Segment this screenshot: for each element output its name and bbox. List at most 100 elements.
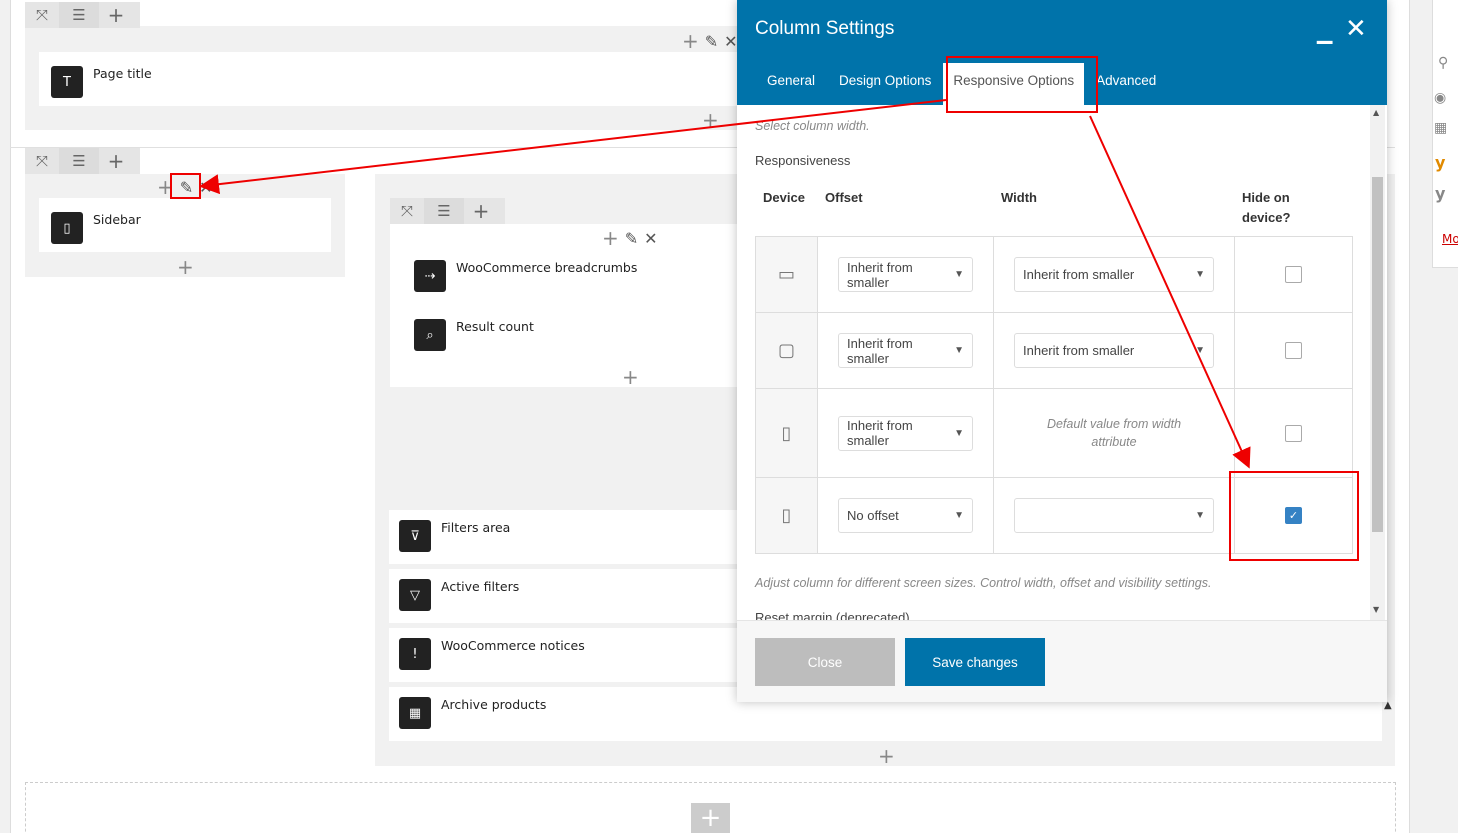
select-value: No offset xyxy=(847,508,899,523)
adjust-hint: Adjust column for different screen sizes… xyxy=(755,576,1212,590)
element-label: WooCommerce breadcrumbs xyxy=(456,260,638,275)
chevron-down-icon: ▼ xyxy=(954,427,964,439)
add-icon[interactable]: + xyxy=(99,2,133,28)
filters-area-icon: ⊽ xyxy=(399,520,431,552)
element-label: Archive products xyxy=(441,697,547,712)
add-icon[interactable]: + xyxy=(99,148,133,174)
close-button[interactable]: Close xyxy=(755,638,895,686)
header-hide-line2: device? xyxy=(1242,210,1291,225)
hide-checkbox-checked[interactable]: ✓ xyxy=(1285,507,1302,524)
column-tools: + ✎ ✕ xyxy=(682,29,738,53)
scroll-up-icon[interactable]: ▲ xyxy=(1373,108,1379,117)
element-result-count[interactable]: ⌕ Result count xyxy=(402,307,740,357)
table-row: ▯ No offset ▼ ▼ ✓ xyxy=(755,477,1353,554)
hide-checkbox[interactable] xyxy=(1285,342,1302,359)
pencil-icon[interactable]: ✎ xyxy=(625,229,638,248)
table-row: ▢ Inherit from smaller ▼ Inherit from sma… xyxy=(755,312,1353,389)
select-value: Inherit from smaller xyxy=(847,335,913,366)
width-default-text: attribute xyxy=(1091,435,1137,449)
width-select[interactable]: ▼ xyxy=(1014,498,1214,533)
tab-design-options[interactable]: Design Options xyxy=(827,63,943,105)
expand-icon[interactable]: ⤧ xyxy=(25,2,59,28)
element-sidebar[interactable]: ▯ Sidebar xyxy=(39,198,331,252)
element-breadcrumbs[interactable]: ⇢ WooCommerce breadcrumbs xyxy=(402,248,740,298)
chevron-down-icon: ▼ xyxy=(954,510,964,521)
add-element-icon[interactable]: + xyxy=(702,108,719,132)
element-label: Filters area xyxy=(441,520,511,535)
scroll-down-icon[interactable]: ▼ xyxy=(1373,605,1379,614)
drag-handle-icon[interactable]: ☰ xyxy=(424,198,464,224)
drag-handle-icon[interactable]: ☰ xyxy=(59,148,99,174)
drag-handle-icon[interactable]: ☰ xyxy=(59,2,99,28)
element-label: Page title xyxy=(93,66,152,81)
element-label: Active filters xyxy=(441,579,520,594)
chevron-down-icon: ▼ xyxy=(954,269,964,280)
width-select[interactable]: Inherit from smaller ▼ xyxy=(1014,333,1214,368)
tab-responsive-options[interactable]: Responsive Options xyxy=(943,63,1085,105)
row-controls: ⤧ ☰ + xyxy=(25,2,140,28)
chevron-down-icon: ▼ xyxy=(954,345,964,356)
modal-header: Column Settings ▁ ✕ General Design Optio… xyxy=(737,0,1387,105)
add-row-button[interactable]: + xyxy=(691,803,730,833)
reset-margin-label: Reset margin (deprecated) xyxy=(755,610,910,620)
add-icon[interactable]: + xyxy=(464,198,498,224)
chevron-down-icon: ▼ xyxy=(1195,510,1205,521)
add-element-icon[interactable]: + xyxy=(622,365,639,389)
add-element-icon[interactable]: + xyxy=(177,255,194,279)
element-page-title[interactable]: T Page title xyxy=(39,52,739,106)
notice-icon: ! xyxy=(399,638,431,670)
save-changes-button[interactable]: Save changes xyxy=(905,638,1045,686)
offset-select[interactable]: No offset ▼ xyxy=(838,498,973,533)
minimize-icon[interactable]: ▁ xyxy=(1317,20,1332,44)
header-device: Device xyxy=(763,190,805,205)
hide-checkbox[interactable] xyxy=(1285,424,1302,442)
element-label: WooCommerce notices xyxy=(441,638,585,653)
table-row: ▯ Inherit from smaller ▼ Default value fr… xyxy=(755,388,1353,478)
modal-scrollbar[interactable]: ▲ ▼ xyxy=(1370,105,1385,620)
pencil-icon[interactable]: ✎ xyxy=(705,32,718,51)
select-width-hint: Select column width. xyxy=(755,119,870,133)
header-width: Width xyxy=(1001,190,1037,205)
responsiveness-label: Responsiveness xyxy=(755,153,851,168)
tablet-portrait-icon: ▯ xyxy=(755,388,818,478)
chevron-down-icon: ▼ xyxy=(1195,345,1205,356)
offset-select[interactable]: Inherit from smaller ▼ xyxy=(838,415,973,451)
expand-icon[interactable]: ⤧ xyxy=(25,148,59,174)
right-panel: ⚲ ◉ ▦ y y Mo xyxy=(1432,0,1458,268)
tablet-landscape-icon: ▢ xyxy=(755,312,818,389)
select-value: Inherit from smaller xyxy=(1023,343,1135,358)
header-offset: Offset xyxy=(825,190,863,205)
offset-select[interactable]: Inherit from smaller ▼ xyxy=(838,333,973,368)
modal-title: Column Settings xyxy=(755,18,895,39)
width-select[interactable]: Inherit from smaller ▼ xyxy=(1014,257,1214,292)
page-title-icon: T xyxy=(51,66,83,98)
calendar-icon: ▦ xyxy=(1434,120,1448,136)
tab-general[interactable]: General xyxy=(755,63,827,105)
result-count-icon: ⌕ xyxy=(414,319,446,351)
close-icon[interactable]: ✕ xyxy=(199,178,212,197)
header-hide-line1: Hide on xyxy=(1242,190,1290,205)
pencil-icon[interactable]: ✎ xyxy=(180,178,193,197)
scroll-thumb[interactable] xyxy=(1372,177,1383,532)
yoast-icon: y xyxy=(1435,184,1446,203)
column-tools: + ✎ ✕ xyxy=(602,226,658,250)
products-grid-icon: ▦ xyxy=(399,697,431,729)
tab-advanced[interactable]: Advanced xyxy=(1084,63,1168,105)
filter-icon: ▽ xyxy=(399,579,431,611)
table-row: ▭ Inherit from smaller ▼ Inherit from sma… xyxy=(755,236,1353,313)
add-icon[interactable]: + xyxy=(602,226,619,250)
inner-row-controls: ⤧ ☰ + xyxy=(390,198,505,224)
hide-checkbox[interactable] xyxy=(1285,266,1302,283)
add-icon[interactable]: + xyxy=(157,175,174,199)
offset-select[interactable]: Inherit from smaller ▼ xyxy=(838,257,973,292)
more-link[interactable]: Mo xyxy=(1442,232,1458,246)
select-value: Inherit from smaller xyxy=(847,418,913,448)
add-element-icon[interactable]: + xyxy=(878,744,895,768)
close-icon[interactable]: ✕ xyxy=(644,229,657,248)
expand-icon[interactable]: ⤧ xyxy=(390,198,424,224)
row-controls: ⤧ ☰ + xyxy=(25,148,140,174)
close-icon[interactable]: ✕ xyxy=(1345,14,1367,44)
close-icon[interactable]: ✕ xyxy=(724,32,737,51)
column-settings-modal: Column Settings ▁ ✕ General Design Optio… xyxy=(737,0,1387,702)
add-icon[interactable]: + xyxy=(682,29,699,53)
